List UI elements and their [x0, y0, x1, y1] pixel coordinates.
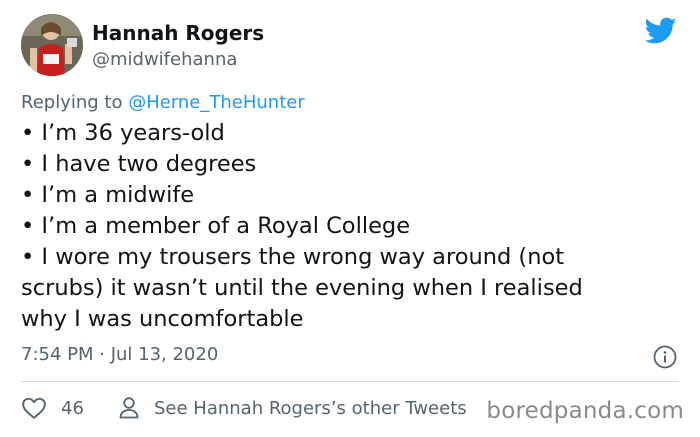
author-name[interactable]: Hannah Rogers	[92, 21, 264, 45]
twitter-bird-icon[interactable]	[645, 17, 677, 45]
tweet-line: • I’m a midwife	[21, 182, 195, 208]
replying-prefix: Replying to	[21, 92, 129, 113]
divider	[21, 381, 679, 382]
info-icon[interactable]	[653, 345, 677, 369]
tweet-line: • I wore my trousers the wrong way aroun…	[21, 244, 565, 270]
tweet-line: • I have two degrees	[21, 151, 257, 177]
replying-to: Replying to @Herne_TheHunter	[21, 92, 305, 113]
tweet-text: • I’m 36 years-old • I have two degrees …	[21, 118, 661, 335]
tweet-line: • I’m 36 years-old	[21, 120, 225, 146]
see-other-tweets-link[interactable]: See Hannah Rogers’s other Tweets	[154, 398, 467, 419]
tweet-line: • I’m a member of a Royal College	[21, 213, 411, 239]
timestamp[interactable]: 7:54 PM · Jul 13, 2020	[21, 344, 218, 365]
mention-link[interactable]: @Herne_TheHunter	[128, 92, 305, 113]
person-icon[interactable]	[118, 396, 140, 420]
author-handle[interactable]: @midwifehanna	[92, 49, 237, 70]
avatar[interactable]	[21, 14, 83, 76]
tweet-line: scrubs) it wasn’t until the evening when…	[21, 275, 583, 301]
heart-icon[interactable]	[21, 396, 47, 420]
tweet-line: why I was uncomfortable	[21, 306, 304, 332]
like-count[interactable]: 46	[61, 398, 84, 419]
watermark: boredpanda.com	[486, 398, 684, 424]
